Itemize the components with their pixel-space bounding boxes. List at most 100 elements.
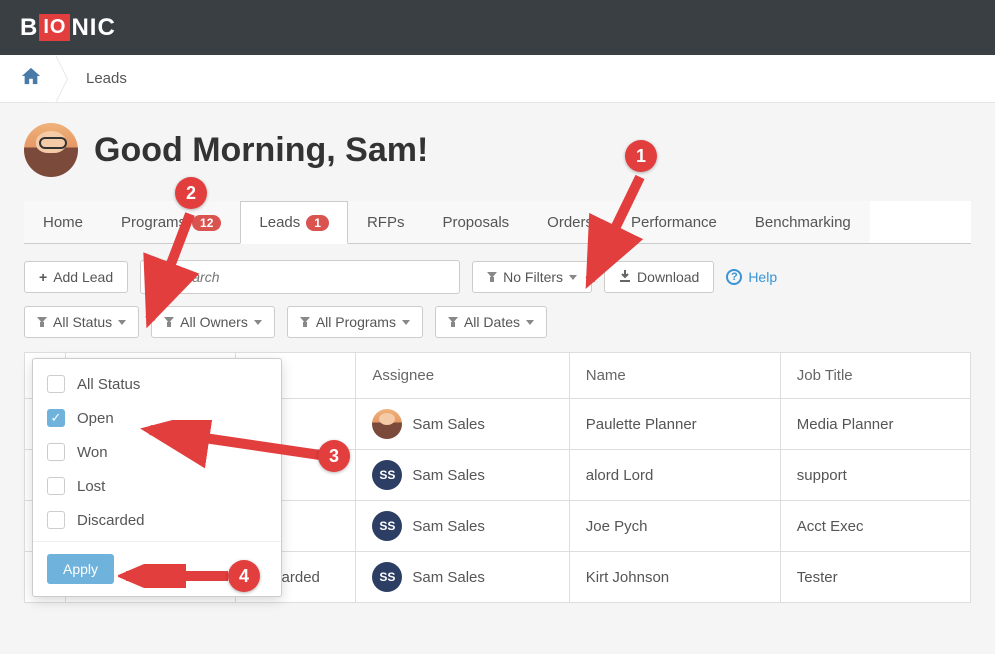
cell-jobtitle: Media Planner <box>780 399 970 450</box>
status-option-won[interactable]: Won <box>33 435 281 469</box>
cell-assignee: SS Sam Sales <box>356 450 569 501</box>
col-assignee[interactable]: Assignee <box>356 353 569 399</box>
tab-label: Benchmarking <box>755 214 851 231</box>
checkbox-icon <box>47 443 65 461</box>
toolbar: + Add Lead No Filters Download ? Help <box>24 244 971 306</box>
logo-mid: IO <box>39 14 70 41</box>
help-icon: ? <box>726 269 742 285</box>
status-option-discarded[interactable]: Discarded <box>33 503 281 537</box>
tab-label: Home <box>43 214 83 231</box>
add-lead-button[interactable]: + Add Lead <box>24 261 128 293</box>
cell-jobtitle: support <box>780 450 970 501</box>
tab-badge: 12 <box>192 215 221 231</box>
tab-label: Performance <box>631 214 717 231</box>
status-option-lost[interactable]: Lost <box>33 469 281 503</box>
assignee-name: Sam Sales <box>412 416 485 433</box>
logo-pre: B <box>20 14 38 42</box>
tab-badge: 1 <box>306 215 329 231</box>
cell-assignee: SS Sam Sales <box>356 501 569 552</box>
cell-name: Joe Pych <box>569 501 780 552</box>
chevron-down-icon <box>526 320 534 325</box>
filter-icon <box>448 317 458 327</box>
home-icon[interactable] <box>20 66 56 92</box>
search-input[interactable] <box>140 260 460 294</box>
cell-jobtitle: Tester <box>780 552 970 603</box>
filter-programs-button[interactable]: All Programs <box>287 306 423 338</box>
download-button[interactable]: Download <box>604 261 714 293</box>
avatar <box>372 409 402 439</box>
add-lead-label: Add Lead <box>53 269 113 285</box>
option-label: Lost <box>77 478 105 495</box>
tab-programs[interactable]: Programs 12 <box>102 201 240 243</box>
checkbox-icon <box>47 511 65 529</box>
filter-owners-button[interactable]: All Owners <box>151 306 275 338</box>
filter-status-label: All Status <box>53 314 112 330</box>
no-filters-button[interactable]: No Filters <box>472 261 592 293</box>
chevron-down-icon <box>569 275 577 280</box>
main-tabs: Home Programs 12 Leads 1 RFPs Proposals Or… <box>24 201 971 244</box>
status-option-all[interactable]: All Status <box>33 367 281 401</box>
tab-label: Programs <box>121 214 186 231</box>
download-icon <box>619 269 631 285</box>
breadcrumb-separator-icon <box>56 55 68 103</box>
tab-rfps[interactable]: RFPs <box>348 201 424 243</box>
assignee-name: Sam Sales <box>412 518 485 535</box>
breadcrumb-current[interactable]: Leads <box>68 70 127 87</box>
tab-benchmarking[interactable]: Benchmarking <box>736 201 870 243</box>
filter-programs-label: All Programs <box>316 314 396 330</box>
cell-name: Kirt Johnson <box>569 552 780 603</box>
filter-icon <box>300 317 310 327</box>
assignee-name: Sam Sales <box>412 467 485 484</box>
checkbox-icon <box>47 375 65 393</box>
breadcrumb: Leads <box>0 55 995 103</box>
checkbox-icon <box>47 477 65 495</box>
status-dropdown-panel: All Status ✓ Open Won Lost Discarded App… <box>32 358 282 597</box>
help-label: Help <box>748 269 777 285</box>
cell-assignee: SSSam Sales <box>356 552 569 603</box>
help-link[interactable]: ? Help <box>726 269 777 285</box>
option-label: Discarded <box>77 512 145 529</box>
cell-name: alord Lord <box>569 450 780 501</box>
cell-jobtitle: Acct Exec <box>780 501 970 552</box>
page-title: Good Morning, Sam! <box>94 131 428 170</box>
option-label: Open <box>77 410 114 427</box>
chevron-down-icon <box>402 320 410 325</box>
col-name[interactable]: Name <box>569 353 780 399</box>
option-label: All Status <box>77 376 140 393</box>
tab-home[interactable]: Home <box>24 201 102 243</box>
greeting-row: Good Morning, Sam! <box>24 123 971 177</box>
logo-post: NIC <box>71 14 115 42</box>
checkbox-checked-icon: ✓ <box>47 409 65 427</box>
download-label: Download <box>637 269 699 285</box>
search-icon <box>152 269 166 286</box>
cell-assignee: Sam Sales <box>356 399 569 450</box>
tab-label: RFPs <box>367 214 405 231</box>
tab-label: Leads <box>259 214 300 231</box>
filter-dates-label: All Dates <box>464 314 520 330</box>
chevron-down-icon <box>118 320 126 325</box>
filter-icon <box>37 317 47 327</box>
apply-button[interactable]: Apply <box>47 554 114 584</box>
tab-label: Orders <box>547 214 593 231</box>
tab-label: Proposals <box>442 214 509 231</box>
tab-leads[interactable]: Leads 1 <box>240 201 348 244</box>
assignee-name: Sam Sales <box>412 569 485 586</box>
filter-status-button[interactable]: All Status <box>24 306 139 338</box>
search-wrap <box>140 260 460 294</box>
col-jobtitle[interactable]: Job Title <box>780 353 970 399</box>
chevron-down-icon <box>254 320 262 325</box>
filter-dates-button[interactable]: All Dates <box>435 306 547 338</box>
tab-proposals[interactable]: Proposals <box>423 201 528 243</box>
top-navbar: BIONIC <box>0 0 995 55</box>
cell-name: Paulette Planner <box>569 399 780 450</box>
filter-icon <box>487 272 497 282</box>
brand-logo[interactable]: BIONIC <box>20 14 116 42</box>
status-option-open[interactable]: ✓ Open <box>33 401 281 435</box>
avatar: SS <box>372 511 402 541</box>
avatar: SS <box>372 460 402 490</box>
user-avatar[interactable] <box>24 123 78 177</box>
tab-orders[interactable]: Orders <box>528 201 612 243</box>
tab-performance[interactable]: Performance <box>612 201 736 243</box>
no-filters-label: No Filters <box>503 269 563 285</box>
plus-icon: + <box>39 269 47 285</box>
